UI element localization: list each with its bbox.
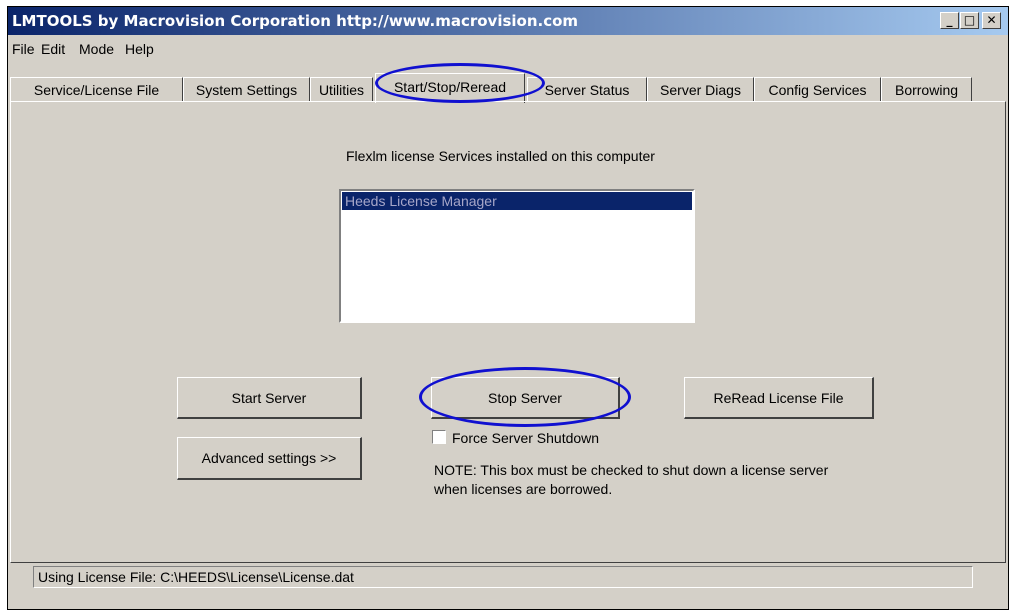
tab-strip: Service/License File System Settings Uti… <box>8 73 1008 103</box>
tab-config-services[interactable]: Config Services <box>754 77 881 101</box>
services-heading: Flexlm license Services installed on thi… <box>346 148 655 164</box>
menu-help[interactable]: Help <box>125 41 154 57</box>
stop-server-button[interactable]: Stop Server <box>431 377 620 419</box>
tab-start-stop-reread[interactable]: Start/Stop/Reread <box>375 73 525 103</box>
tab-server-diags[interactable]: Server Diags <box>647 77 754 101</box>
tab-server-status[interactable]: Server Status <box>527 77 647 101</box>
tab-system-settings[interactable]: System Settings <box>183 77 310 101</box>
status-bar: Using License File: C:\HEEDS\License\Lic… <box>33 566 973 588</box>
tab-service-license-file[interactable]: Service/License File <box>10 77 183 101</box>
menu-file[interactable]: File <box>12 41 35 57</box>
start-server-button[interactable]: Start Server <box>177 377 362 419</box>
tab-utilities[interactable]: Utilities <box>310 77 373 101</box>
force-shutdown-label[interactable]: Force Server Shutdown <box>452 430 599 446</box>
advanced-settings-button[interactable]: Advanced settings >> <box>177 437 362 480</box>
services-listbox[interactable]: Heeds License Manager <box>339 189 695 323</box>
service-item-heeds[interactable]: Heeds License Manager <box>342 192 692 210</box>
note-line-1: NOTE: This box must be checked to shut d… <box>434 462 829 478</box>
menu-edit[interactable]: Edit <box>41 41 65 57</box>
tab-borrowing[interactable]: Borrowing <box>881 77 972 101</box>
close-button[interactable]: ✕ <box>982 12 1001 29</box>
title-bar[interactable]: LMTOOLS by Macrovision Corporation http:… <box>8 7 1008 35</box>
reread-license-file-button[interactable]: ReRead License File <box>684 377 874 419</box>
note-line-2: when licenses are borrowed. <box>434 481 613 497</box>
force-shutdown-checkbox[interactable] <box>432 430 446 444</box>
menu-mode[interactable]: Mode <box>79 41 114 57</box>
window-title: LMTOOLS by Macrovision Corporation http:… <box>12 12 579 30</box>
maximize-button[interactable]: □ <box>960 12 979 29</box>
minimize-button[interactable]: _ <box>940 12 959 29</box>
